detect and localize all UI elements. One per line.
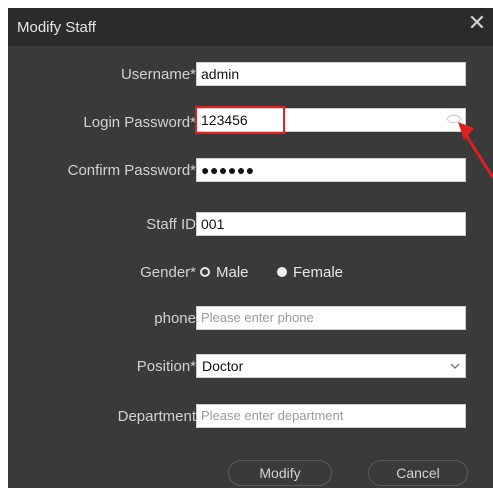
modify-staff-dialog: Modify Staff ✕ Username* admin Login Pas… — [8, 8, 493, 488]
close-icon[interactable]: ✕ — [465, 11, 489, 35]
cancel-button[interactable]: Cancel — [368, 460, 468, 486]
phone-label: phone — [154, 310, 196, 327]
staff-id-field[interactable]: 001 — [196, 212, 466, 236]
chevron-down-icon — [450, 363, 460, 369]
confirm-password-label: Confirm Password* — [67, 162, 196, 179]
department-label: Department — [117, 408, 196, 425]
modify-button[interactable]: Modify — [228, 460, 332, 486]
username-field[interactable]: admin — [196, 62, 466, 86]
highlight-box — [195, 106, 285, 134]
confirm-password-field[interactable]: ●●●●●● — [196, 158, 466, 182]
female-radio[interactable] — [277, 267, 287, 277]
staff-id-label: Staff ID — [146, 216, 196, 233]
username-label: Username* — [120, 66, 196, 83]
background-fragment — [0, 0, 493, 8]
dialog-titlebar: Modify Staff ✕ — [8, 8, 493, 46]
position-label: Position* — [136, 358, 196, 375]
female-label: Female — [293, 264, 344, 281]
login-password-label: Login Password* — [83, 114, 196, 131]
gender-label: Gender* — [140, 264, 196, 281]
position-select[interactable]: Doctor — [196, 354, 466, 378]
male-label: Male — [216, 264, 249, 281]
department-field[interactable]: Please enter department — [196, 404, 466, 428]
position-value: Doctor — [202, 358, 244, 374]
male-radio[interactable] — [200, 267, 210, 277]
dialog-title: Modify Staff — [17, 19, 96, 36]
phone-field[interactable]: Please enter phone — [196, 306, 466, 330]
